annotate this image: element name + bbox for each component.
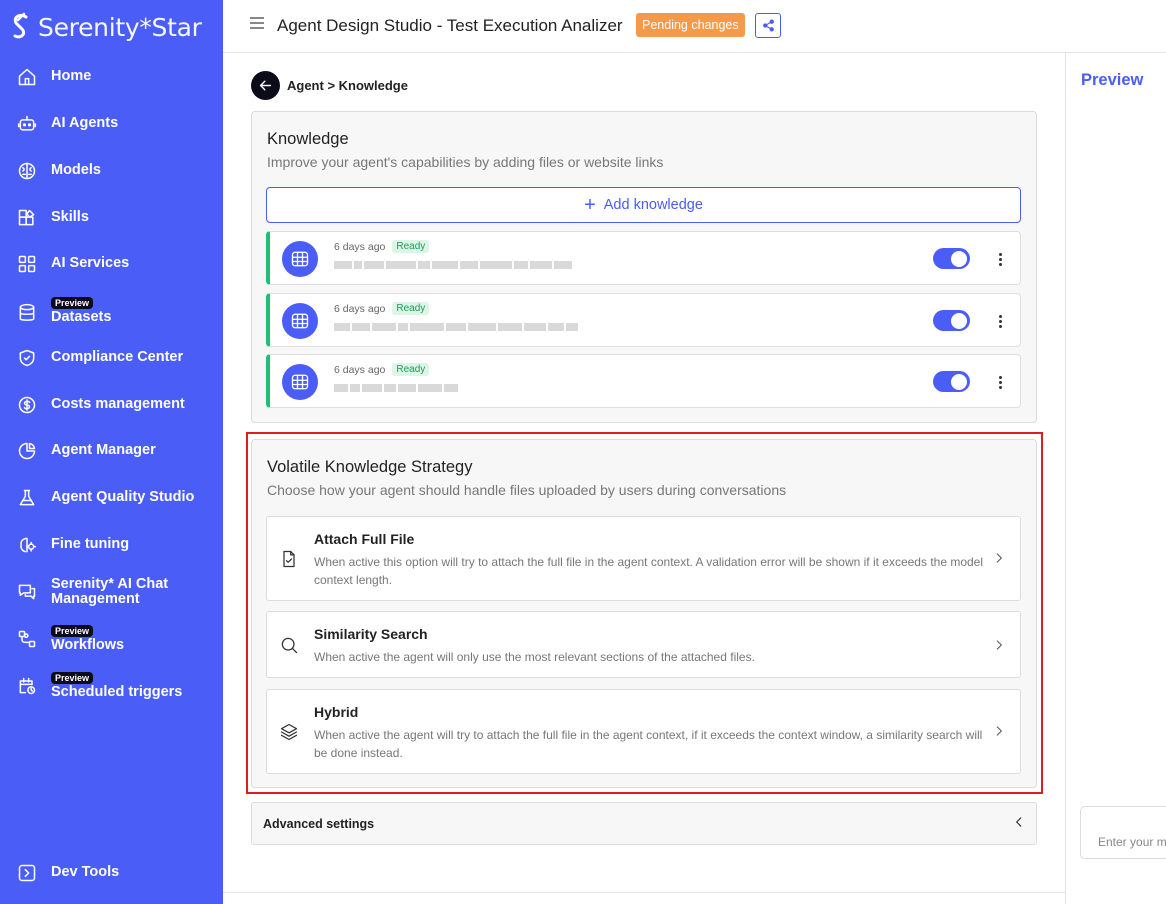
knowledge-item[interactable]: 6 days ago Ready [266,231,1021,285]
sidebar-item-label: Scheduled triggers [51,684,183,700]
pending-changes-badge: Pending changes [636,13,745,37]
knowledge-time: 6 days ago [334,363,386,376]
share-button[interactable] [755,13,781,38]
chevron-left-icon [1012,815,1026,829]
sidebar-item-agent-quality-studio[interactable]: Agent Quality Studio [0,487,223,509]
status-badge: Ready [392,302,430,315]
sidebar-item-label: Costs management [51,396,185,412]
home-icon [17,67,37,87]
knowledge-item[interactable]: 6 days ago Ready [266,354,1021,408]
brain-icon [17,161,37,181]
preview-panel: Preview [1065,53,1166,904]
table-icon [282,364,318,400]
sidebar-item-label: Agent Manager [51,442,156,458]
knowledge-item[interactable]: 6 days ago Ready [266,293,1021,347]
sidebar-item-ai-services[interactable]: AI Services [0,253,223,275]
chat-icon [17,582,37,602]
sidebar-item-label: Models [51,162,101,178]
logo[interactable]: Serenity*Star [10,10,202,44]
sidebar-item-label: AI Agents [51,115,119,131]
workflow-icon [17,629,37,649]
table-icon [282,241,318,277]
sidebar-item-chat-management[interactable]: Serenity* AI Chat Management [0,576,223,607]
more-vertical-icon[interactable] [996,372,1004,392]
sidebar-item-label: Agent Quality Studio [51,489,195,505]
divider [223,892,1066,893]
status-badge: Ready [392,240,430,253]
sidebar-item-label: Workflows [51,637,125,653]
sidebar-item-skills[interactable]: Skills [0,207,223,229]
advanced-settings-accordion[interactable]: Advanced settings [251,802,1037,845]
status-badge: Ready [392,363,430,376]
skills-icon [17,208,37,228]
share-icon [762,19,774,32]
dollar-icon [17,395,37,415]
preview-badge: Preview [51,672,94,684]
pie-chart-icon [17,441,37,461]
sidebar-item-dev-tools[interactable]: Dev Tools [0,862,223,884]
terminal-icon [17,863,37,883]
shield-icon [17,348,37,368]
add-knowledge-button[interactable]: + Add knowledge [266,187,1021,223]
sidebar-item-datasets[interactable]: Preview Datasets [0,296,223,326]
advanced-settings-label: Advanced settings [263,817,375,831]
sidebar-item-workflows[interactable]: Preview Workflows [0,624,223,654]
sidebar-item-label: Skills [51,209,89,225]
more-vertical-icon[interactable] [996,311,1004,331]
brand-name: Serenity*Star [38,12,202,42]
top-header: Agent Design Studio - Test Execution Ana… [223,0,1166,53]
preview-message-input[interactable] [1080,806,1166,859]
knowledge-subtitle: Improve your agent's capabilities by add… [267,154,664,170]
knowledge-time: 6 days ago [334,240,386,253]
redacted-filename [334,321,578,333]
robot-icon [17,114,37,134]
sidebar-item-compliance-center[interactable]: Compliance Center [0,347,223,369]
preview-title: Preview [1081,71,1144,89]
flask-icon [17,488,37,508]
sidebar-item-label: AI Services [51,255,130,271]
table-icon [282,303,318,339]
preview-badge: Preview [51,625,94,637]
add-knowledge-label: Add knowledge [603,197,703,213]
plus-icon: + [584,194,596,216]
more-vertical-icon[interactable] [996,249,1004,269]
brain-settings-icon [17,535,37,555]
knowledge-time: 6 days ago [334,302,386,315]
sidebar-item-label: Dev Tools [51,864,120,880]
knowledge-toggle[interactable] [933,371,970,392]
grid-icon [17,254,37,274]
sidebar-item-agent-manager[interactable]: Agent Manager [0,440,223,462]
breadcrumb: Agent > Knowledge [287,78,408,93]
sidebar-item-label: Serenity* AI Chat Management [51,576,169,607]
redacted-filename [334,382,458,394]
calendar-clock-icon [17,676,37,696]
knowledge-card: Knowledge Improve your agent's capabilit… [251,111,1037,423]
serenity-logo-icon [13,12,28,39]
sidebar-item-scheduled-triggers[interactable]: Preview Scheduled triggers [0,671,223,701]
page-title: Agent Design Studio - Test Execution Ana… [277,16,623,35]
sidebar-item-home[interactable]: Home [0,66,223,88]
sidebar-item-label: Compliance Center [51,349,184,365]
sidebar-item-models[interactable]: Models [0,160,223,182]
highlight-box [246,432,1043,794]
sidebar: Serenity*Star Home AI Agents Models Skil… [0,0,223,904]
arrow-left-icon [259,80,272,91]
sidebar-item-label: Fine tuning [51,536,130,552]
sidebar-item-ai-agents[interactable]: AI Agents [0,113,223,135]
knowledge-toggle[interactable] [933,310,970,331]
sidebar-item-label: Datasets [51,309,112,325]
back-button[interactable] [251,71,280,100]
sidebar-item-label: Home [51,68,92,84]
database-icon [17,303,37,323]
menu-toggle-icon[interactable] [250,17,264,31]
knowledge-toggle[interactable] [933,248,970,269]
knowledge-title: Knowledge [267,130,349,148]
sidebar-item-costs-management[interactable]: Costs management [0,394,223,416]
sidebar-item-fine-tuning[interactable]: Fine tuning [0,534,223,556]
preview-badge: Preview [51,297,94,309]
redacted-filename [334,259,572,271]
